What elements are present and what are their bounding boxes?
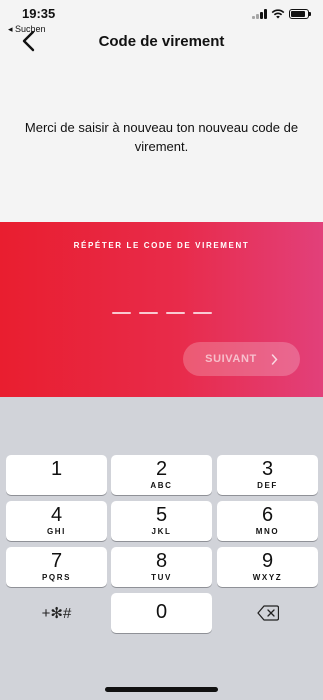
next-button[interactable]: SUIVANT xyxy=(183,342,300,376)
signal-icon xyxy=(252,9,267,19)
status-time: 19:35 xyxy=(22,6,56,21)
nav-header: Code de virement xyxy=(0,22,323,62)
delete-key[interactable] xyxy=(217,593,318,633)
key-2[interactable]: 2 ABC xyxy=(111,455,212,495)
backspace-icon xyxy=(256,605,279,621)
battery-icon xyxy=(289,9,311,19)
code-entry-panel: RÉPÉTER LE CODE DE VIREMENT SUIVANT xyxy=(0,222,323,397)
home-indicator[interactable] xyxy=(105,687,218,692)
chevron-right-icon xyxy=(271,353,278,365)
instruction-message: Merci de saisir à nouveau ton nouveau co… xyxy=(24,120,299,154)
pin-digit-slot xyxy=(112,312,131,314)
battery-level xyxy=(291,11,305,17)
key-3[interactable]: 3 DEF xyxy=(217,455,318,495)
key-5[interactable]: 5 JKL xyxy=(111,501,212,541)
symbols-key[interactable]: +✻# xyxy=(6,593,107,633)
key-0[interactable]: 0 xyxy=(111,593,212,633)
next-button-label: SUIVANT xyxy=(205,353,257,365)
wifi-icon xyxy=(271,9,285,19)
key-9[interactable]: 9 WXYZ xyxy=(217,547,318,587)
key-7[interactable]: 7 PQRS xyxy=(6,547,107,587)
key-4[interactable]: 4 GHI xyxy=(6,501,107,541)
page-title: Code de virement xyxy=(98,33,225,50)
status-icons xyxy=(252,9,311,19)
key-8[interactable]: 8 TUV xyxy=(111,547,212,587)
pin-input[interactable] xyxy=(112,312,212,314)
key-6[interactable]: 6 MNO xyxy=(217,501,318,541)
code-field-label: RÉPÉTER LE CODE DE VIREMENT xyxy=(73,241,250,250)
pin-digit-slot xyxy=(139,312,158,314)
key-1[interactable]: 1 xyxy=(6,455,107,495)
pin-digit-slot xyxy=(166,312,185,314)
pin-digit-slot xyxy=(193,312,212,314)
symbols-key-label: +✻# xyxy=(41,605,72,622)
numeric-keypad: 1 2 ABC 3 DEF 4 GHI 5 JKL 6 MNO 7 PQRS 8… xyxy=(0,397,323,700)
